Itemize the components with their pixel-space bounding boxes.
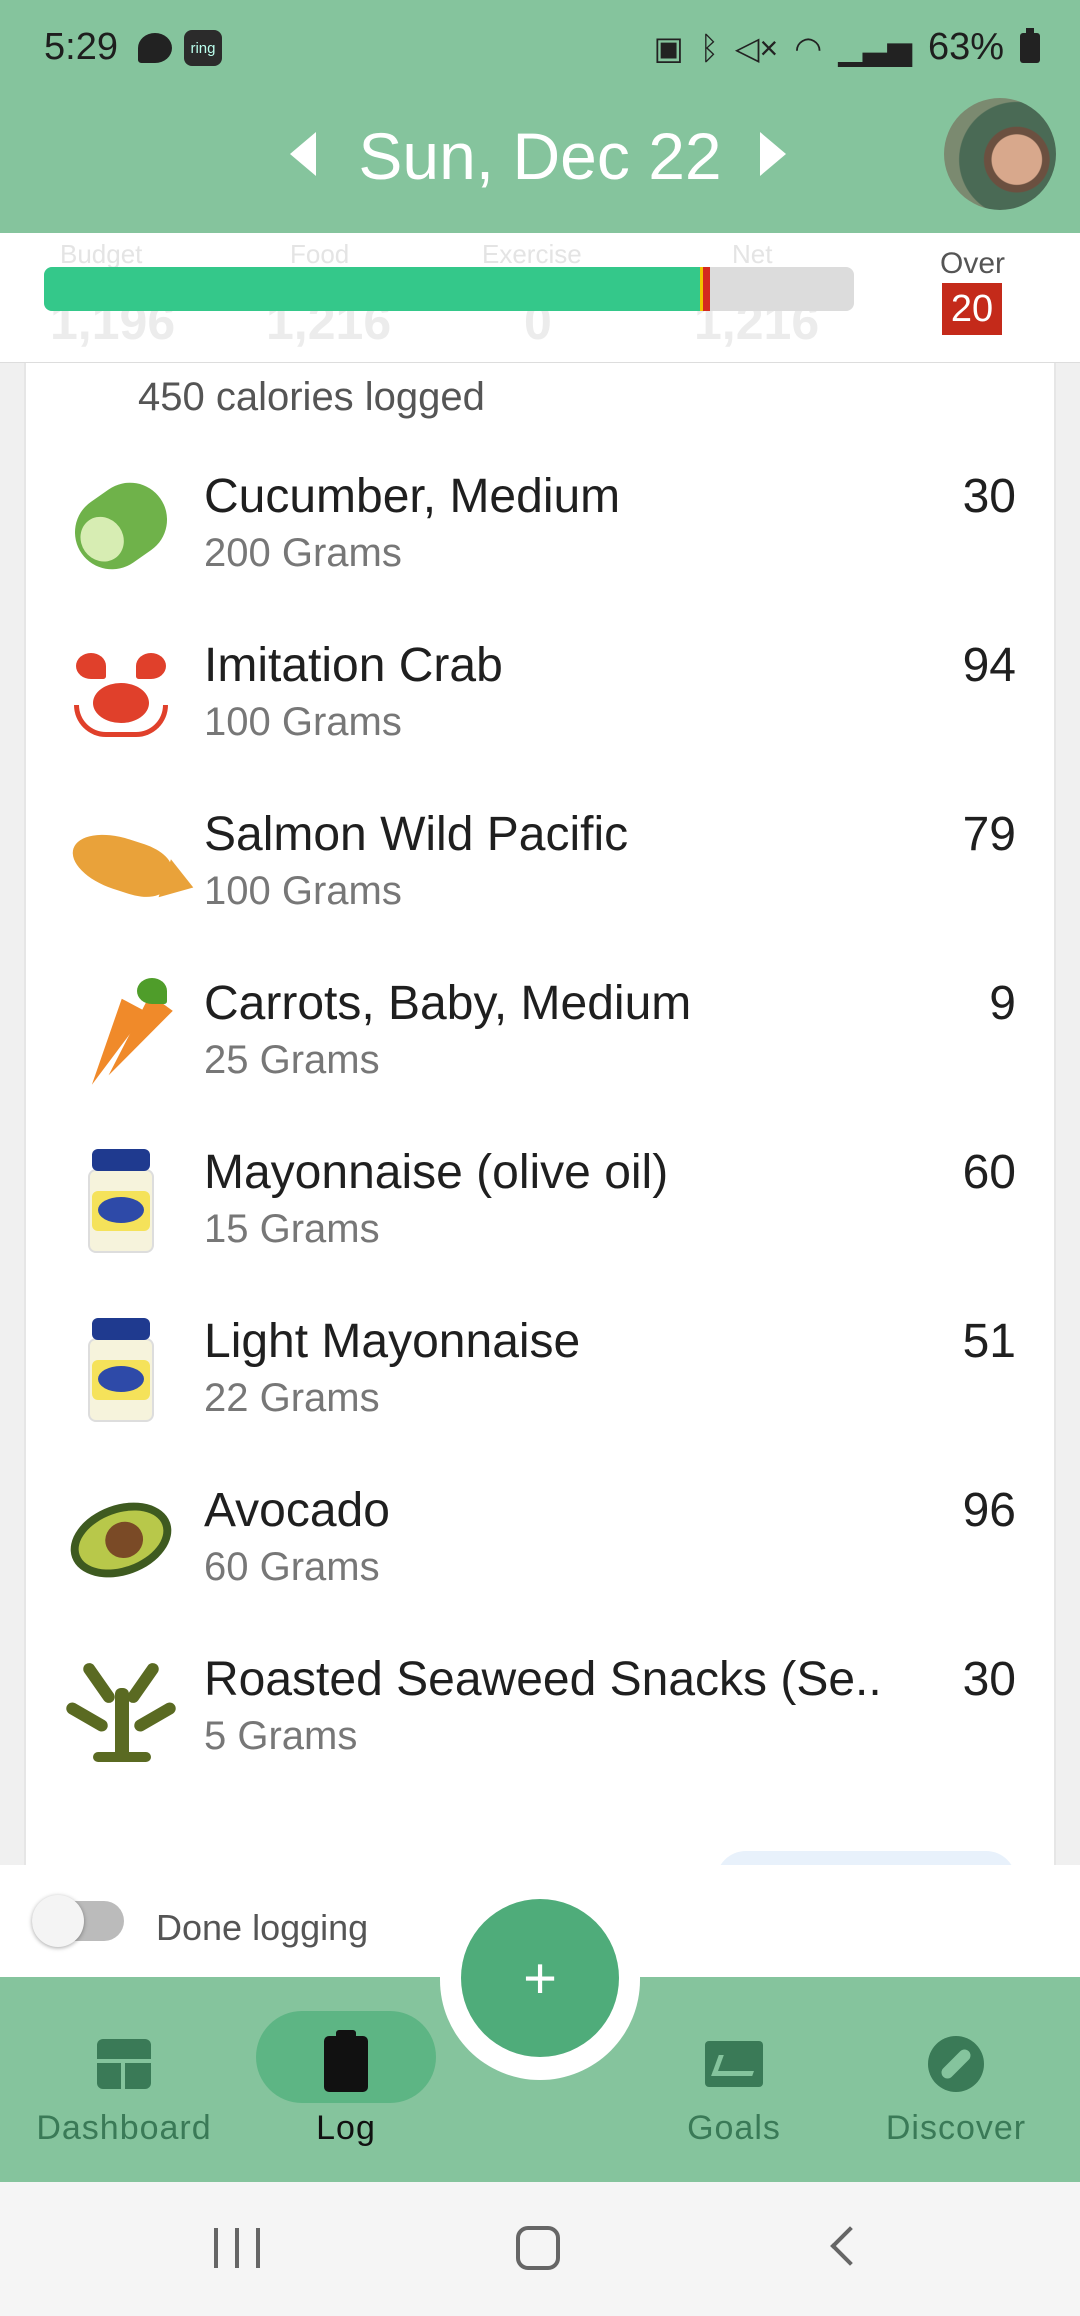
mute-icon: ◁× (734, 29, 779, 66)
over-marker (700, 267, 710, 311)
current-date[interactable]: Sun, Dec 22 (0, 118, 1080, 194)
fish-icon (65, 809, 177, 919)
nav-dashboard[interactable]: Dashboard (24, 1977, 224, 2182)
done-logging-toggle[interactable] (32, 1895, 124, 1947)
food-item[interactable]: Roasted Seaweed Snacks (Se.. 5 Grams 30 (26, 1642, 1058, 1811)
food-item[interactable]: Salmon Wild Pacific 100 Grams 79 (26, 797, 1058, 966)
status-time: 5:29 (44, 26, 118, 68)
food-name: Avocado (204, 1484, 390, 1537)
food-name: Imitation Crab (204, 639, 503, 692)
food-name: Cucumber, Medium (204, 470, 621, 523)
food-name: Light Mayonnaise (204, 1315, 581, 1368)
nav-discover[interactable]: Discover (856, 1977, 1056, 2182)
food-item[interactable]: Mayonnaise (olive oil) 15 Grams 60 (26, 1135, 1058, 1304)
goals-icon (705, 2041, 763, 2087)
over-label: Over (939, 247, 1005, 280)
food-amount: 100 Grams (204, 700, 402, 744)
food-amount: 22 Grams (204, 1376, 380, 1420)
compass-icon (928, 2036, 984, 2092)
food-calories: 60 (962, 1146, 1016, 1199)
nav-label: Dashboard (36, 2109, 212, 2147)
carrot-icon (66, 978, 176, 1092)
food-calories: 30 (962, 1653, 1016, 1706)
system-icons: ▣ ᛒ ◁× ◠ ▁▃▅ 63% (653, 26, 1040, 69)
calories-logged: 450 calories logged (138, 375, 485, 419)
food-name: Carrots, Baby, Medium (204, 977, 692, 1030)
food-item[interactable]: Light Mayonnaise 22 Grams 51 (26, 1304, 1058, 1473)
food-amount: 25 Grams (204, 1038, 380, 1082)
back-icon[interactable] (830, 2226, 870, 2266)
food-amount: 200 Grams (204, 531, 402, 575)
nav-label: Discover (885, 2109, 1027, 2147)
food-calories: 94 (962, 639, 1016, 692)
notification-icons: ring (138, 30, 222, 66)
chevron-right-icon[interactable] (760, 132, 786, 176)
mayonnaise-icon (66, 1316, 176, 1426)
food-calories: 79 (962, 808, 1016, 861)
food-item[interactable]: Imitation Crab 100 Grams 94 (26, 628, 1058, 797)
seaweed-icon (64, 1654, 178, 1764)
food-name: Roasted Seaweed Snacks (Se.. (204, 1653, 882, 1706)
net-label: Net (732, 239, 773, 269)
mayonnaise-icon (66, 1147, 176, 1257)
battery-percent: 63% (927, 26, 1004, 68)
food-name: Salmon Wild Pacific (204, 808, 629, 861)
wifi-icon: ◠ (794, 29, 823, 66)
dashboard-icon (97, 2039, 151, 2089)
add-entry-button[interactable]: + (461, 1899, 619, 2057)
avatar[interactable] (944, 98, 1056, 210)
food-calories: 96 (962, 1484, 1016, 1537)
bluetooth-icon: ᛒ (699, 29, 719, 66)
toggle-knob (32, 1895, 84, 1947)
status-bar: 5:29 ring ▣ ᛒ ◁× ◠ ▁▃▅ 63% (0, 0, 1080, 96)
food-list: Cucumber, Medium 200 Grams 30 Imitation … (26, 459, 1058, 1811)
signal-icon: ▁▃▅ (838, 29, 912, 66)
calorie-summary: Budget Food Exercise Net 1,196 1,216 0 1… (0, 233, 1080, 363)
food-item[interactable]: Avocado 60 Grams 96 (26, 1473, 1058, 1642)
food-calories: 51 (962, 1315, 1016, 1368)
food-calories: 9 (989, 977, 1016, 1030)
exercise-label: Exercise (482, 239, 582, 269)
chat-icon (138, 33, 172, 63)
avocado-icon (60, 1485, 182, 1595)
app-header: 5:29 ring ▣ ᛒ ◁× ◠ ▁▃▅ 63% Sun, Dec 22 (0, 0, 1080, 233)
nav-log[interactable]: Log (246, 1977, 446, 2182)
nfc-icon: ▣ (653, 29, 684, 66)
over-value: 20 (942, 283, 1002, 335)
recent-apps-icon[interactable] (214, 2228, 260, 2268)
crab-icon (66, 640, 176, 750)
nav-goals[interactable]: Goals (634, 1977, 834, 2182)
food-label: Food (290, 239, 350, 269)
system-navigation-bar (0, 2182, 1080, 2316)
food-amount: 5 Grams (204, 1714, 358, 1758)
food-item[interactable]: Cucumber, Medium 200 Grams 30 (26, 459, 1058, 628)
nav-label: Goals (687, 2109, 781, 2147)
cucumber-icon (60, 468, 182, 584)
date-navigator: Sun, Dec 22 (0, 110, 1080, 200)
food-amount: 60 Grams (204, 1545, 380, 1589)
progress-fill (44, 267, 700, 311)
meal-card: 450 calories logged Cucumber, Medium 200… (24, 363, 1058, 1891)
budget-label: Budget (60, 239, 143, 269)
home-icon[interactable] (516, 2226, 560, 2270)
battery-icon (1020, 27, 1040, 63)
food-name: Mayonnaise (olive oil) (204, 1146, 669, 1199)
food-amount: 100 Grams (204, 869, 402, 913)
ring-icon: ring (184, 30, 222, 66)
nav-label: Log (316, 2109, 376, 2147)
food-item[interactable]: Carrots, Baby, Medium 25 Grams 9 (26, 966, 1058, 1135)
food-amount: 15 Grams (204, 1207, 380, 1251)
done-logging-label: Done logging (156, 1907, 369, 1948)
calorie-progress-bar (44, 267, 854, 311)
food-calories: 30 (962, 470, 1016, 523)
clipboard-icon (324, 2030, 368, 2092)
